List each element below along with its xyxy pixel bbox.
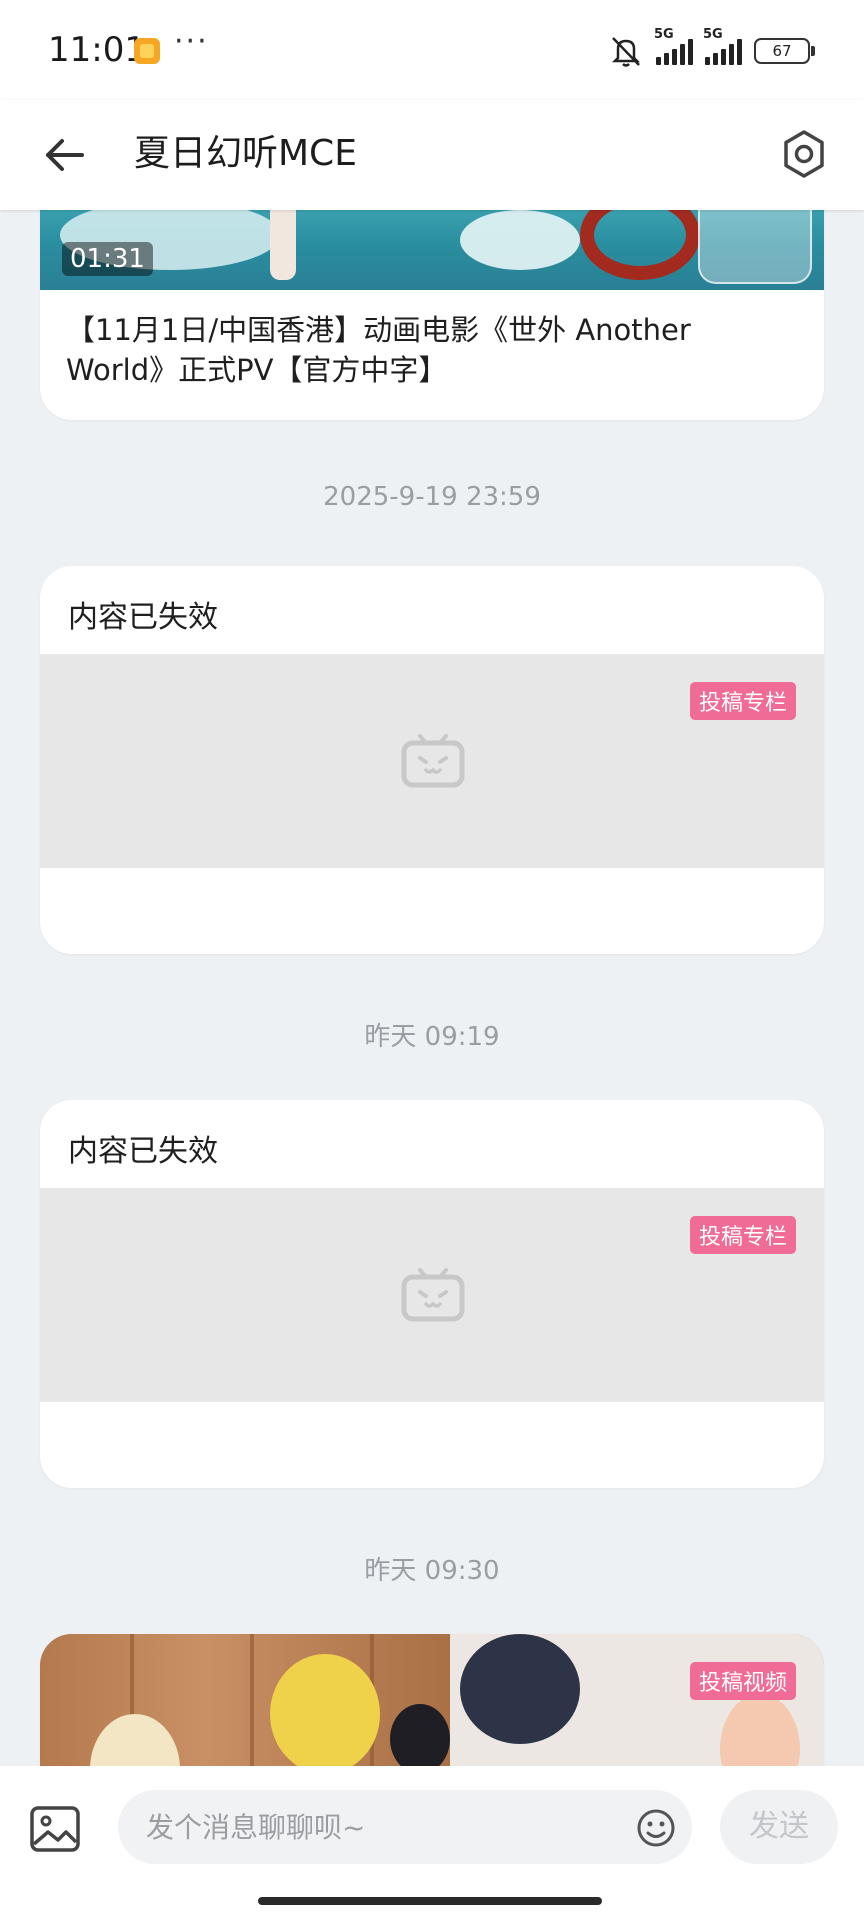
play-icon — [698, 210, 812, 284]
content-type-badge: 投稿视频 — [689, 1662, 796, 1700]
gear-icon[interactable] — [774, 124, 834, 184]
home-indicator[interactable] — [258, 1897, 602, 1905]
video-thumbnail[interactable] — [40, 1634, 450, 1766]
mute-bell-icon — [611, 37, 641, 67]
more-notifications-icon: ··· — [174, 24, 209, 59]
bilibili-tv-icon — [401, 734, 465, 788]
emoji-icon[interactable] — [636, 1808, 676, 1848]
message-timestamp: 昨天 09:30 — [364, 1556, 500, 1586]
page-title: 夏日幻听MCE — [134, 133, 357, 174]
notification-icon — [134, 38, 160, 64]
message-timestamp: 2025-9-19 23:59 — [323, 482, 541, 512]
content-type-badge: 投稿专栏 — [689, 1216, 796, 1254]
video-message-card[interactable]: 01:31 【11月1日/中国香港】动画电影《世外 Another World》… — [40, 210, 824, 420]
video-duration: 01:31 — [62, 242, 153, 276]
message-timestamp: 昨天 09:19 — [364, 1022, 500, 1052]
video-title: 【11月1日/中国香港】动画电影《世外 Another World》正式PV【官… — [66, 313, 691, 387]
placeholder-thumbnail: 投稿专栏 — [40, 1188, 824, 1402]
expired-message-card[interactable]: 内容已失效 投稿专栏 — [40, 1100, 824, 1488]
arrow-left-icon[interactable] — [38, 125, 98, 185]
message-input[interactable] — [118, 1790, 692, 1864]
signal-5g-icon: 5G — [654, 27, 693, 65]
status-time: 11:01 — [48, 30, 146, 70]
placeholder-thumbnail: 投稿专栏 — [40, 654, 824, 868]
image-icon[interactable] — [28, 1802, 82, 1856]
video-thumbnail[interactable]: 01:31 — [40, 210, 824, 290]
signal-label-2: 5G — [703, 27, 723, 42]
video-message-card[interactable]: 投稿视频 — [40, 1634, 824, 1766]
nav-bar: 夏日幻听MCE — [0, 100, 864, 210]
bilibili-tv-icon — [401, 1268, 465, 1322]
status-icons: 5G 5G 67 — [608, 27, 815, 70]
signal-label: 5G — [654, 27, 674, 42]
expired-title: 内容已失效 — [68, 600, 218, 635]
message-feed[interactable]: 01:31 【11月1日/中国香港】动画电影《世外 Another World》… — [0, 210, 864, 1766]
signal-5g-icon-2: 5G — [703, 27, 742, 65]
battery-icon: 67 — [754, 38, 815, 64]
send-button[interactable]: 发送 — [720, 1790, 838, 1864]
content-type-badge: 投稿专栏 — [689, 682, 796, 720]
status-bar: 11:01 ··· 5G 5G 67 — [0, 0, 864, 100]
expired-title: 内容已失效 — [68, 1134, 218, 1169]
expired-message-card[interactable]: 内容已失效 投稿专栏 — [40, 566, 824, 954]
